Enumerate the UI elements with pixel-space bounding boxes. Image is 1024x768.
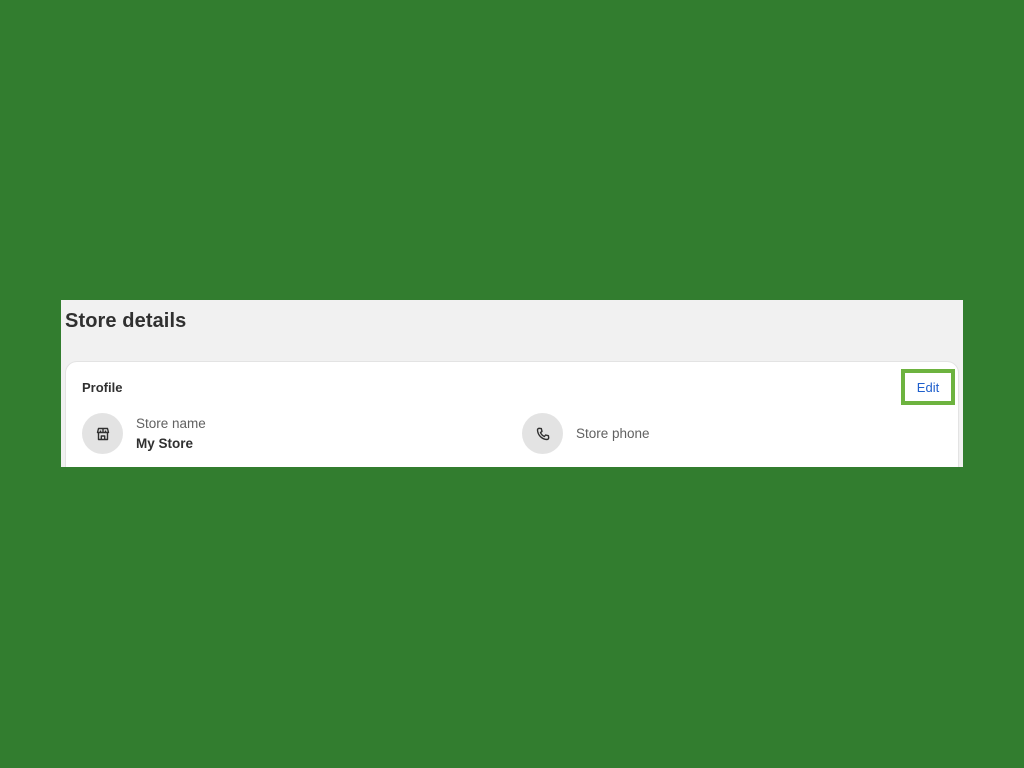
phone-icon bbox=[522, 413, 563, 454]
store-phone-label: Store phone bbox=[576, 425, 650, 441]
profile-card-title: Profile bbox=[82, 380, 123, 395]
store-phone-text: Store phone bbox=[576, 424, 650, 444]
store-name-label: Store name bbox=[136, 415, 206, 431]
store-name-value: My Store bbox=[136, 435, 194, 451]
page-title: Store details bbox=[65, 310, 187, 332]
edit-profile-button[interactable]: Edit bbox=[901, 369, 955, 405]
store-phone-item: Store phone bbox=[522, 413, 650, 454]
profile-card: Profile Edit Store name My Store Store p… bbox=[65, 361, 959, 467]
slide-backdrop: Store details Profile Edit Store name My… bbox=[0, 0, 1024, 768]
store-icon bbox=[82, 413, 123, 454]
store-name-item: Store name My Store bbox=[82, 413, 206, 454]
store-details-screenshot: Store details Profile Edit Store name My… bbox=[61, 300, 963, 467]
store-name-text: Store name My Store bbox=[136, 414, 206, 454]
